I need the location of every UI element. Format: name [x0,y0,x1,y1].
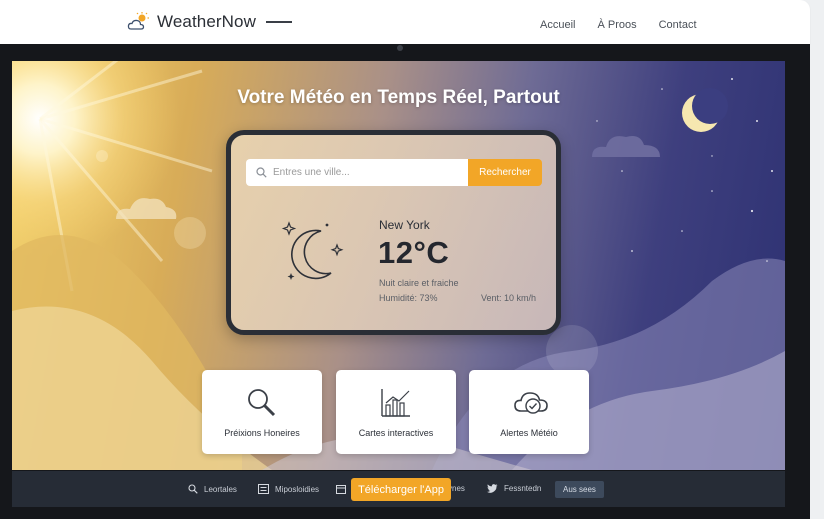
wind-value: Vent: 10 km/h [481,293,537,303]
cloud-sun-icon [127,12,149,30]
bar-chart-icon [381,389,410,417]
bottom-link-1[interactable]: Leortales [188,484,237,494]
device-camera [397,45,403,51]
humidity-value: Humidité: 73% [379,293,438,303]
bottom-link-2[interactable]: Miposloidies [258,484,319,494]
main-nav: Accueil À Proos Contact [540,19,697,31]
feature-label: Cartes interactives [358,428,434,438]
temperature-value: 12°C [378,235,450,270]
search-icon [188,484,198,494]
feature-card-forecast[interactable]: Préixions Honeires [202,370,322,454]
city-name: New York [379,218,430,232]
site-header: WeatherNow Accueil À Proos Contact [0,0,810,44]
download-app-button[interactable]: Télécharger l'App [351,478,451,501]
nav-contact[interactable]: Contact [659,19,697,31]
twitter-icon [487,484,498,493]
brand-logo[interactable]: WeatherNow [127,12,292,32]
city-search-input[interactable] [273,167,453,178]
search-field[interactable] [246,159,468,186]
bottom-link-5[interactable]: Fessntedn [487,484,541,493]
feature-card-maps[interactable]: Cartes interactives [336,370,456,454]
bottom-pill-button[interactable]: Aus sees [555,481,604,498]
weather-widget: Rechercher New York 12°C Nuit claire et … [226,130,561,335]
cloud-check-icon [514,392,548,414]
search-button[interactable]: Rechercher [468,159,542,186]
feature-label: Alertes Météio [500,428,558,438]
bottom-link-label: Fessntedn [504,484,542,493]
feature-label: Préixions Honeires [224,428,300,438]
bottom-link-3[interactable] [336,484,346,494]
brand-name: WeatherNow [157,12,256,31]
hero-screen: Votre Météo en Temps Réel, Partout Reche… [12,61,785,470]
search-icon [256,167,267,178]
nav-a-propos[interactable]: À Proos [597,19,636,31]
bottom-link-label: Leortales [204,484,237,494]
moon-stars-icon [281,221,344,280]
hero-title: Votre Météo en Temps Réel, Partout [237,87,560,108]
feature-card-alerts[interactable]: Alertes Météio [469,370,589,454]
list-icon [258,484,269,494]
magnifier-icon [248,389,276,417]
bottom-link-label: Miposloidies [275,484,320,494]
weather-condition: Nuit claire et fraiche [379,278,459,288]
brand-divider [265,21,292,23]
nav-accueil[interactable]: Accueil [540,19,575,31]
calendar-icon [336,485,346,494]
search-bar: Rechercher [246,159,542,186]
